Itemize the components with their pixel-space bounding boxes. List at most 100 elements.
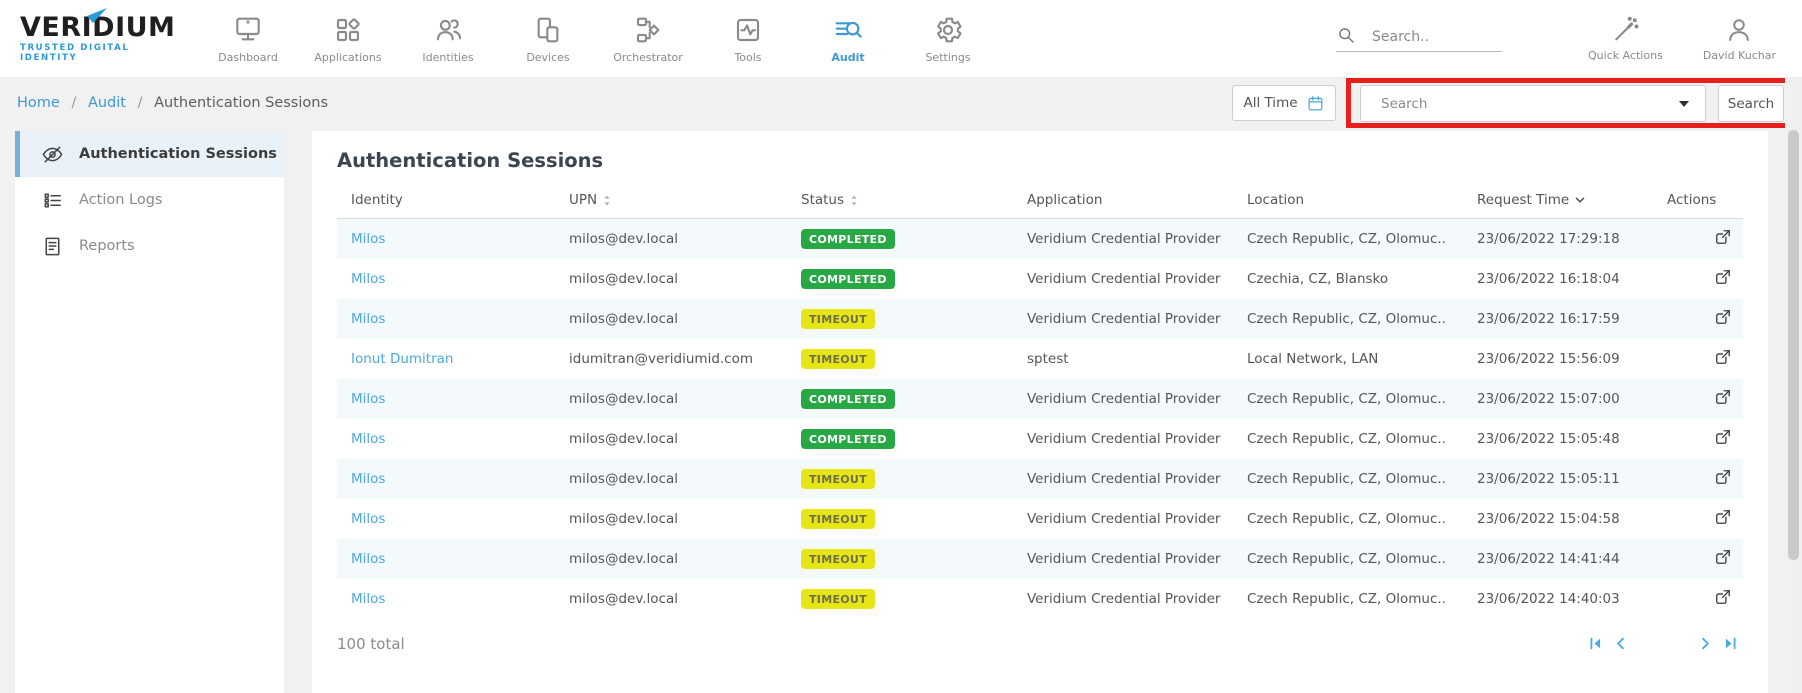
actions-cell	[1663, 299, 1743, 339]
quick-actions-button[interactable]: Quick Actions	[1588, 15, 1663, 62]
application-cell: sptest	[1023, 339, 1243, 379]
column-header[interactable]: Request Time	[1473, 184, 1663, 219]
identity-link[interactable]: Milos	[351, 431, 385, 447]
open-session-icon[interactable]	[1713, 227, 1733, 247]
application-cell: Veridium Credential Provider	[1023, 579, 1243, 619]
user-icon	[1724, 15, 1754, 45]
sidebar-item-label: Authentication Sessions	[79, 146, 277, 162]
nav-item[interactable]: Dashboard	[198, 14, 298, 64]
previous-page-button[interactable]	[1613, 636, 1628, 651]
sidebar-item-icon	[41, 143, 64, 166]
column-header-label: Application	[1027, 192, 1102, 208]
nav-item[interactable]: Identities	[398, 14, 498, 64]
brand-logo: VERIDIUM TRUSTED DIGITAL IDENTITY	[20, 14, 180, 63]
user-menu-button[interactable]: David Kuchar	[1703, 15, 1776, 62]
next-page-button[interactable]	[1698, 636, 1713, 651]
sidebar-item[interactable]: Authentication Sessions	[15, 131, 284, 177]
identity-cell: Milos	[337, 259, 565, 299]
column-header[interactable]: Application	[1023, 184, 1243, 219]
identity-link[interactable]: Milos	[351, 511, 385, 527]
upn-cell: milos@dev.local	[565, 499, 797, 539]
identity-link[interactable]: Milos	[351, 391, 385, 407]
filter-search-dropdown[interactable]: Search	[1360, 85, 1706, 122]
identity-link[interactable]: Milos	[351, 271, 385, 287]
nav-item-label: Tools	[734, 51, 761, 64]
search-button[interactable]: Search	[1718, 85, 1784, 122]
column-header[interactable]: Status	[797, 184, 1023, 219]
open-session-icon[interactable]	[1713, 467, 1733, 487]
wand-icon	[1610, 15, 1640, 45]
open-session-icon[interactable]	[1713, 347, 1733, 367]
upn-cell: milos@dev.local	[565, 299, 797, 339]
request-time-cell: 23/06/2022 14:40:03	[1473, 579, 1663, 619]
last-page-button[interactable]	[1723, 636, 1738, 651]
identity-link[interactable]: Milos	[351, 551, 385, 567]
status-badge: COMPLETED	[801, 389, 895, 409]
open-session-icon[interactable]	[1713, 507, 1733, 527]
location-cell: Czechia, CZ, Blansko	[1243, 259, 1473, 299]
open-session-icon[interactable]	[1713, 547, 1733, 567]
open-session-icon[interactable]	[1713, 427, 1733, 447]
time-range-button[interactable]: All Time	[1232, 85, 1336, 121]
table-row: Milos milos@dev.local TIMEOUT Veridium C…	[337, 539, 1743, 579]
sidebar-item[interactable]: Reports	[15, 223, 284, 269]
nav-icon	[532, 14, 564, 46]
nav-item[interactable]: Settings	[898, 14, 998, 64]
actions-cell	[1663, 459, 1743, 499]
column-header[interactable]: Actions	[1663, 184, 1743, 219]
status-cell: COMPLETED	[797, 419, 1023, 459]
sidebar-item[interactable]: Action Logs	[15, 177, 284, 223]
upn-cell: milos@dev.local	[565, 259, 797, 299]
sidebar-item-icon	[41, 235, 64, 258]
identity-link[interactable]: Milos	[351, 231, 385, 247]
page-title: Authentication Sessions	[337, 149, 1768, 172]
column-header-label: Location	[1247, 192, 1304, 208]
chevron-down-icon	[1679, 101, 1689, 107]
open-session-icon[interactable]	[1713, 267, 1733, 287]
nav-item-label: Orchestrator	[613, 51, 683, 64]
nav-item[interactable]: Applications	[298, 14, 398, 64]
request-time-cell: 23/06/2022 15:05:48	[1473, 419, 1663, 459]
sort-icon	[1575, 197, 1585, 204]
nav-item-label: Settings	[925, 51, 970, 64]
scrollbar-thumb[interactable]	[1788, 130, 1799, 560]
top-header: VERIDIUM TRUSTED DIGITAL IDENTITY Dashbo…	[0, 0, 1802, 78]
breadcrumb-home-link[interactable]: Home	[17, 95, 60, 111]
identity-link[interactable]: Milos	[351, 591, 385, 607]
table-row: Milos milos@dev.local TIMEOUT Veridium C…	[337, 299, 1743, 339]
nav-icon	[232, 14, 264, 46]
upn-cell: milos@dev.local	[565, 539, 797, 579]
nav-item[interactable]: Devices	[498, 14, 598, 64]
nav-item-label: Dashboard	[218, 51, 278, 64]
sidebar-item-label: Reports	[79, 238, 135, 254]
first-page-button[interactable]	[1588, 636, 1603, 651]
column-header[interactable]: Location	[1243, 184, 1473, 219]
status-cell: COMPLETED	[797, 379, 1023, 419]
header-search-input[interactable]	[1372, 29, 1502, 45]
location-cell: Czech Republic, CZ, Olomuc..	[1243, 419, 1473, 459]
scrollbar-track[interactable]	[1785, 78, 1802, 693]
status-badge: COMPLETED	[801, 269, 895, 289]
header-right: Quick Actions David Kuchar	[1336, 15, 1802, 62]
request-time-cell: 23/06/2022 16:17:59	[1473, 299, 1663, 339]
open-session-icon[interactable]	[1713, 387, 1733, 407]
status-badge: TIMEOUT	[801, 469, 875, 489]
breadcrumb-audit-link[interactable]: Audit	[88, 95, 126, 111]
identity-link[interactable]: Ionut Dumitran	[351, 351, 453, 367]
identity-link[interactable]: Milos	[351, 311, 385, 327]
nav-item[interactable]: Tools	[698, 14, 798, 64]
nav-item[interactable]: Orchestrator	[598, 14, 698, 64]
column-header-label: Actions	[1667, 192, 1716, 208]
identity-link[interactable]: Milos	[351, 471, 385, 487]
open-session-icon[interactable]	[1713, 587, 1733, 607]
nav-item[interactable]: Audit	[798, 14, 898, 64]
column-header[interactable]: UPN	[565, 184, 797, 219]
breadcrumb: Home / Audit / Authentication Sessions	[17, 95, 328, 111]
actions-cell	[1663, 219, 1743, 259]
table-header-row: Identity UPN Status Application Location…	[337, 184, 1743, 219]
column-header-label: Status	[801, 192, 844, 208]
actions-cell	[1663, 339, 1743, 379]
column-header[interactable]: Identity	[337, 184, 565, 219]
location-cell: Czech Republic, CZ, Olomuc..	[1243, 579, 1473, 619]
open-session-icon[interactable]	[1713, 307, 1733, 327]
